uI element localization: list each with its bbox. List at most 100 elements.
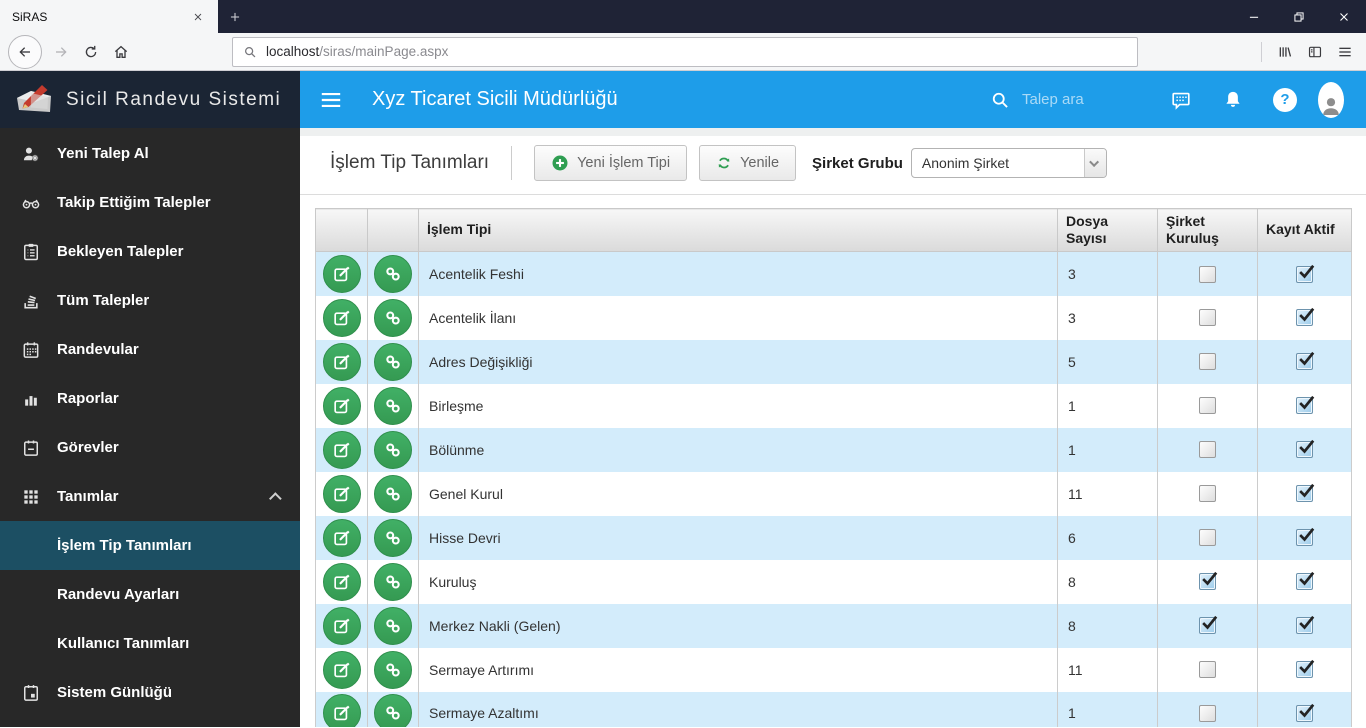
sirket-kurulus-checkbox[interactable] [1199,705,1216,723]
kayit-aktif-checkbox[interactable] [1296,616,1315,635]
edit-button[interactable] [322,694,361,727]
kayit-aktif-checkbox[interactable] [1296,264,1315,283]
sidebar-item-4[interactable]: Randevular [0,325,300,374]
tab-close-icon[interactable] [188,7,208,27]
edit-button[interactable] [322,474,361,513]
sidebar-item-8[interactable]: İşlem Tip Tanımları [0,521,300,570]
sirket-kurulus-checkbox[interactable] [1199,265,1216,283]
window-close-button[interactable] [1321,0,1366,33]
search-placeholder: Talep ara [1022,91,1084,108]
edit-icon [332,572,352,592]
sidebar-item-10[interactable]: Kullanıcı Tanımları [0,619,300,668]
new-tab-button[interactable] [218,0,252,33]
link-icon [383,484,403,504]
kayit-aktif-checkbox[interactable] [1296,440,1315,459]
edit-button[interactable] [322,562,361,601]
link-button[interactable] [374,694,412,727]
edit-button[interactable] [322,342,361,381]
link-button[interactable] [374,518,412,557]
sidebar-item-label: Bekleyen Talepler [57,243,184,260]
link-button[interactable] [374,342,412,381]
link-button[interactable] [374,430,412,469]
forward-button[interactable] [46,37,76,67]
reload-button[interactable] [76,37,106,67]
notifications-button[interactable] [1220,87,1246,113]
islem-tipi-value: Hisse Devri [418,515,1058,560]
talep-ara-input[interactable]: Talep ara [990,90,1142,110]
edit-icon [332,660,352,680]
sidebar-item-7[interactable]: Tanımlar [0,472,300,521]
sidebar-item-1[interactable]: Takip Ettiğim Talepler [0,178,300,227]
library-button[interactable] [1270,37,1300,67]
kayit-aktif-checkbox[interactable] [1296,704,1315,723]
kayit-aktif-checkbox[interactable] [1296,528,1315,547]
link-button[interactable] [374,562,412,601]
sidebar-item-9[interactable]: Randevu Ayarları [0,570,300,619]
profile-button[interactable] [1318,81,1344,118]
kayit-aktif-checkbox[interactable] [1296,308,1315,327]
sirket-kurulus-checkbox[interactable] [1199,441,1216,459]
sidebar-item-6[interactable]: Görevler [0,423,300,472]
link-button[interactable] [374,474,412,513]
sirket-kurulus-checkbox[interactable] [1199,397,1216,415]
sirket-grubu-select[interactable]: Anonim Şirket [910,148,1107,178]
sidebar-item-0[interactable]: Yeni Talep Al [0,129,300,178]
window-minimize-button[interactable] [1231,0,1276,33]
dosya-sayisi-value: 5 [1057,339,1158,384]
sidebar-toggle-button[interactable] [1300,37,1330,67]
islem-tipi-value: Birleşme [418,383,1058,428]
edit-button[interactable] [322,518,361,557]
link-cell [367,559,419,604]
kayit-aktif-checkbox[interactable] [1296,396,1315,415]
edit-button[interactable] [322,254,361,293]
sidebar-item-5[interactable]: Raporlar [0,374,300,423]
browser-menu-button[interactable] [1330,37,1360,67]
edit-button[interactable] [322,298,361,337]
home-button[interactable] [106,37,136,67]
sidebar-item-11[interactable]: Sistem Günlüğü [0,668,300,717]
table-header-row: İşlem Tipi Dosya Sayısı Şirket Kuruluş K… [315,208,1352,252]
table-container: İşlem Tipi Dosya Sayısı Şirket Kuruluş K… [300,195,1366,727]
browser-tab[interactable]: SiRAS [0,0,218,33]
kayit-aktif-checkbox[interactable] [1296,484,1315,503]
islem-tipi-value: Genel Kurul [418,471,1058,516]
new-islem-tipi-button[interactable]: Yeni İşlem Tipi [534,145,688,181]
link-button[interactable] [374,298,412,337]
chevron-down-icon [1083,149,1106,177]
link-cell [367,295,419,340]
help-button[interactable]: ? [1272,87,1298,113]
journal-icon [19,681,43,705]
messages-button[interactable] [1168,87,1194,113]
header-edit-col [315,208,368,252]
sidebar-item-3[interactable]: Tüm Talepler [0,276,300,325]
sirket-kurulus-checkbox[interactable] [1199,616,1218,635]
link-button[interactable] [374,254,412,293]
edit-cell [315,471,368,516]
edit-button[interactable] [322,386,361,425]
link-button[interactable] [374,650,412,689]
link-button[interactable] [374,606,412,645]
edit-button[interactable] [322,650,361,689]
sirket-kurulus-checkbox[interactable] [1199,572,1218,591]
edit-button[interactable] [322,606,361,645]
sirket-kurulus-checkbox[interactable] [1199,485,1216,503]
sirket-kurulus-checkbox[interactable] [1199,661,1216,679]
header-sirket-kurulus: Şirket Kuruluş [1157,208,1258,252]
kayit-aktif-checkbox[interactable] [1296,572,1315,591]
kayit-aktif-checkbox[interactable] [1296,660,1315,679]
kayit-aktif-checkbox[interactable] [1296,352,1315,371]
link-button[interactable] [374,386,412,425]
office-title: Xyz Ticaret Sicili Müdürlüğü [372,88,618,110]
url-input[interactable]: localhost/siras/mainPage.aspx [232,36,1138,67]
window-restore-button[interactable] [1276,0,1321,33]
sidebar-item-2[interactable]: Bekleyen Talepler [0,227,300,276]
edit-button[interactable] [322,430,361,469]
search-icon [990,90,1010,110]
refresh-button[interactable]: Yenile [699,145,797,181]
sirket-kurulus-checkbox[interactable] [1199,353,1216,371]
menu-toggle-icon[interactable] [318,87,344,113]
chat-icon [1170,89,1192,111]
sirket-kurulus-checkbox[interactable] [1199,529,1216,547]
back-button[interactable] [8,34,42,69]
sirket-kurulus-checkbox[interactable] [1199,309,1216,327]
